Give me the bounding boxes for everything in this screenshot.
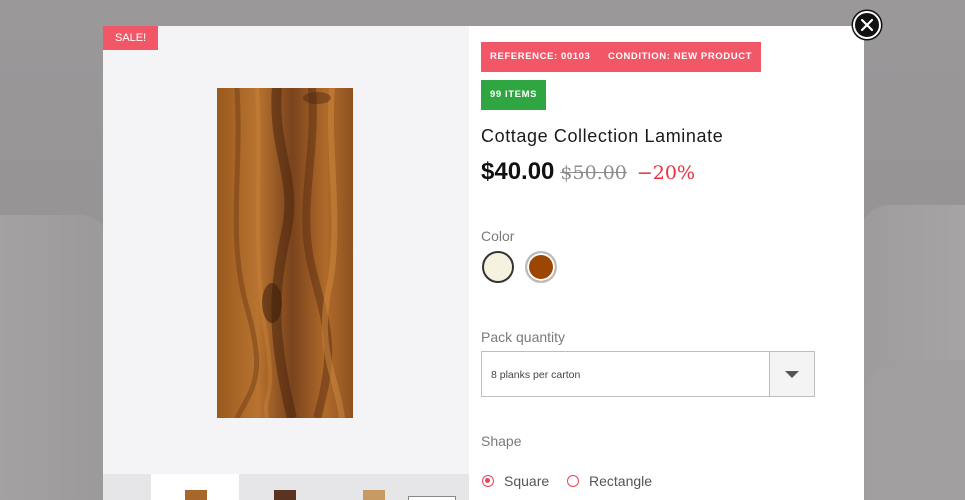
backdrop-cushion (865, 360, 965, 500)
product-details: REFERENCE: 00103 CONDITION: NEW PRODUCT … (469, 26, 864, 500)
discount-percent: −20% (636, 162, 696, 184)
shape-option-label: Rectangle (589, 473, 653, 489)
shape-option-rectangle[interactable]: Rectangle (567, 473, 652, 489)
thumbnail-1-image (185, 490, 207, 500)
thumbnail-1[interactable] (151, 474, 239, 500)
radio-checked-icon[interactable] (482, 475, 494, 487)
thumbnail-2[interactable] (240, 474, 328, 500)
condition-tag: CONDITION: NEW PRODUCT (599, 42, 762, 72)
backdrop-sofa-left (0, 215, 110, 500)
product-gallery: SALE! (103, 26, 469, 500)
sale-badge: SALE! (103, 26, 159, 50)
color-swatch-brown[interactable] (525, 251, 557, 283)
close-icon (860, 18, 874, 32)
chevron-down-icon[interactable] (769, 352, 814, 396)
price-row: $40.00 $50.00 −20% (481, 158, 695, 186)
stock-tag: 99 ITEMS (481, 80, 547, 110)
shape-option-square[interactable]: Square (482, 473, 549, 489)
old-price: $50.00 (560, 162, 627, 184)
radio-unchecked-icon[interactable] (567, 475, 579, 487)
reference-tag: REFERENCE: 00103 (481, 42, 600, 72)
thumbnail-3-image (363, 490, 385, 500)
product-title: Cottage Collection Laminate (481, 126, 724, 146)
thumbnail-2-image (274, 490, 296, 500)
thumbnail-3[interactable] (329, 474, 417, 500)
shape-label: Shape (481, 433, 522, 449)
current-price: $40.00 (481, 158, 555, 185)
product-image[interactable] (217, 88, 353, 418)
thumbnail-4[interactable] (408, 496, 456, 500)
color-swatch-cream[interactable] (482, 251, 514, 283)
color-label: Color (481, 228, 515, 244)
pack-quantity-label: Pack quantity (481, 329, 566, 345)
pack-quantity-select[interactable]: 8 planks per carton (481, 351, 815, 397)
close-button[interactable] (853, 11, 881, 39)
shape-option-label: Square (504, 473, 550, 489)
thumbnail-strip (103, 474, 469, 500)
quickview-modal: SALE! REFERENCE: 00103 CONDITION: NEW PR… (103, 26, 864, 500)
pack-quantity-value: 8 planks per carton (491, 369, 581, 381)
